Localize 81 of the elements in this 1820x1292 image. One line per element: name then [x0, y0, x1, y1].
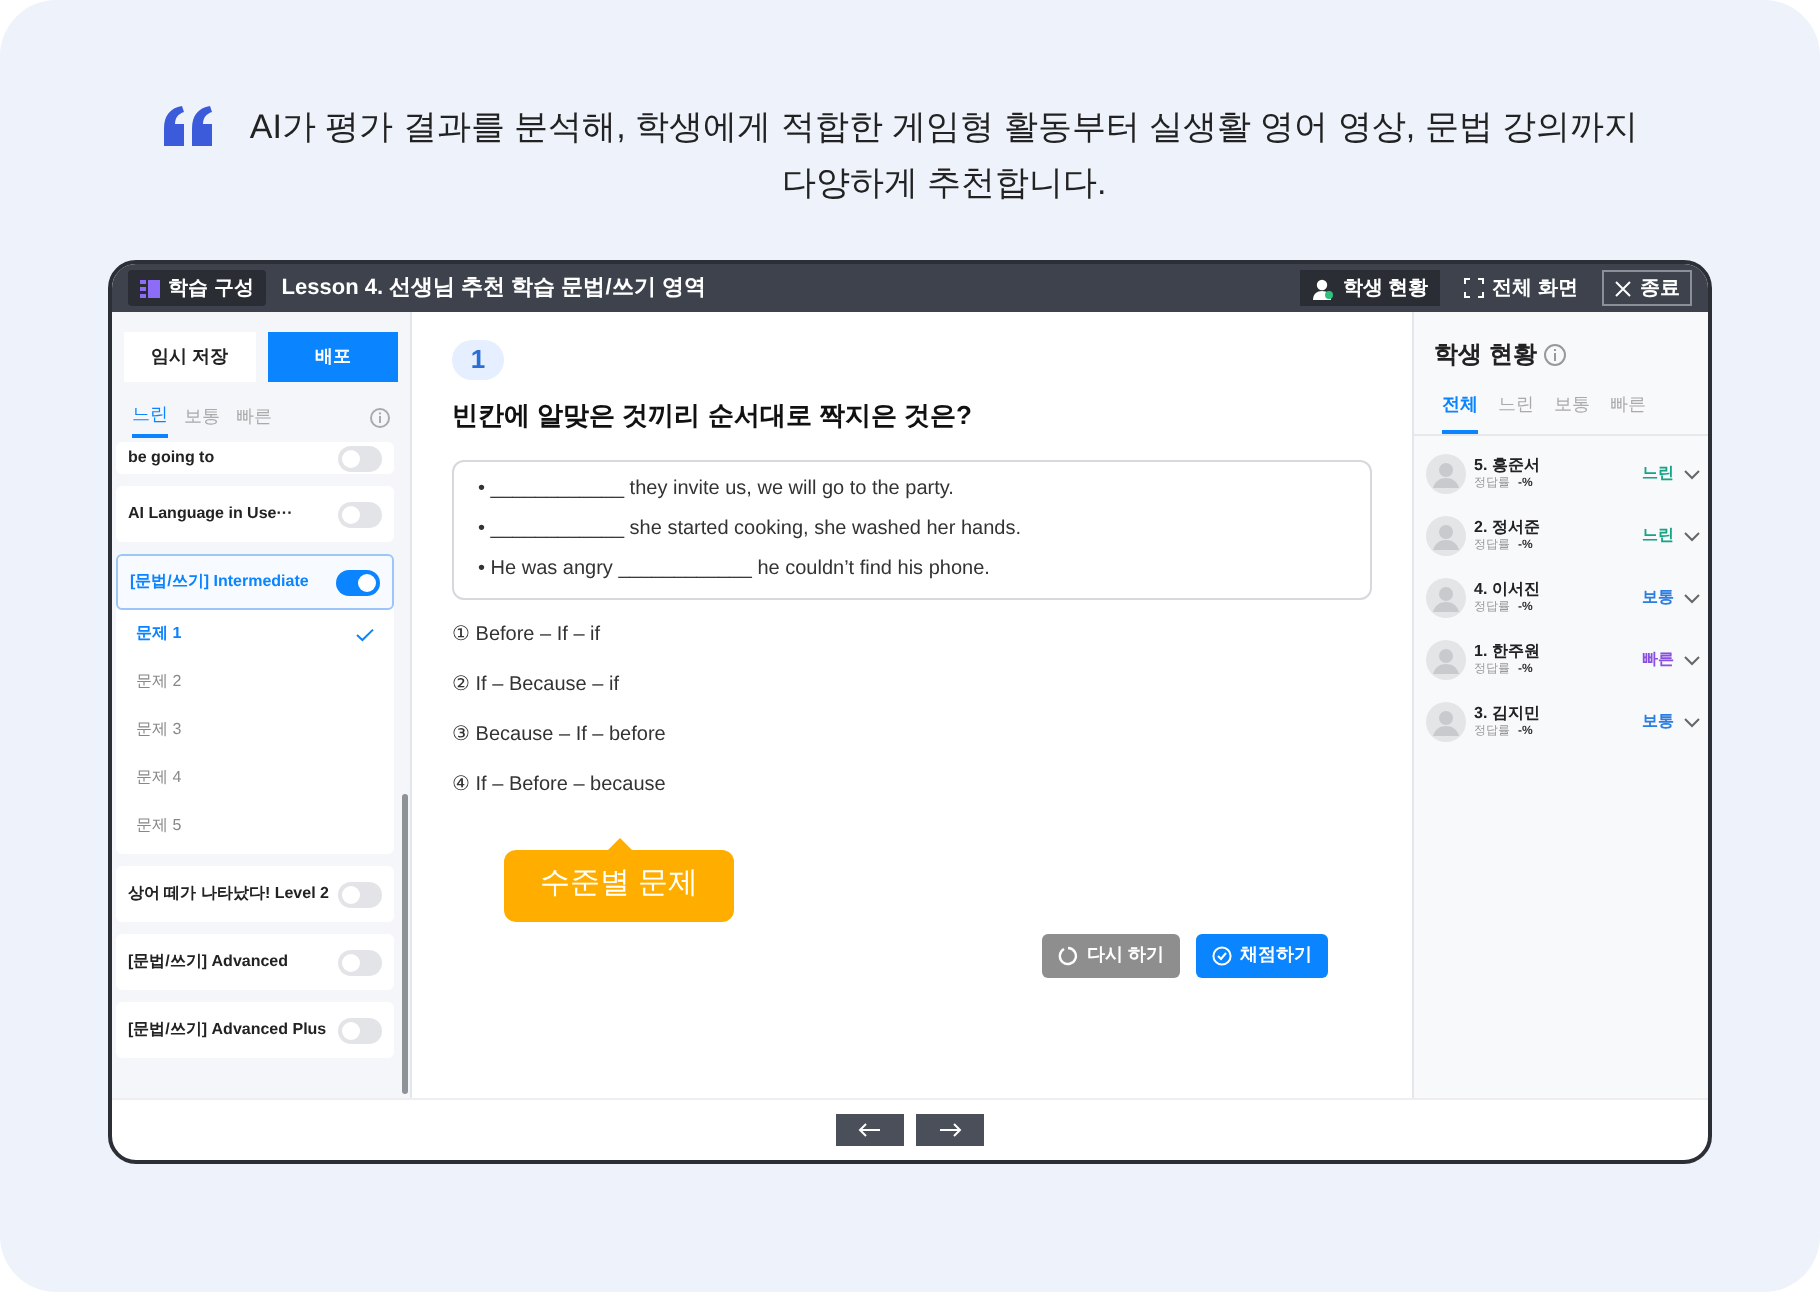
headline: AI가 평가 결과를 분석해, 학생에게 적합한 게임형 활동부터 실생활 영어 영상, 문법 강의까지 다양하게 추천합니다. — [247, 106, 1641, 206]
avatar-icon — [1426, 516, 1466, 556]
sentence: • He was angry ____________ he couldn’t find his phone. — [478, 555, 992, 583]
question-item[interactable]: 문제 2 — [116, 658, 394, 706]
lesson-item[interactable]: 상어 떼가 나타났다! Level 2 — [116, 866, 394, 922]
student-name: 3. 김지민 — [1474, 702, 1540, 724]
question-number: 1 — [452, 340, 504, 380]
retry-button[interactable]: 다시 하기 — [1042, 933, 1180, 977]
toggle-switch[interactable] — [338, 881, 382, 907]
panel-title: 학생 현황 — [1434, 338, 1537, 372]
lesson-item[interactable]: [문법/쓰기] Intermediate — [116, 554, 394, 610]
chevron-down-icon[interactable] — [1684, 717, 1700, 727]
filter-tab[interactable]: 빠른 — [1610, 392, 1646, 433]
list-icon — [140, 279, 160, 297]
question-item[interactable]: 문제 4 — [116, 754, 394, 802]
student-name: 4. 이서진 — [1474, 578, 1540, 600]
level-tab[interactable]: 보통 — [184, 398, 220, 438]
lesson-title: Lesson 4. 선생님 추천 학습 문법/쓰기 영역 — [281, 273, 706, 304]
answer-choice[interactable]: ② If – Because – if — [452, 669, 1372, 701]
lesson-item[interactable]: [문법/쓰기] Advanced — [116, 934, 394, 990]
close-button[interactable]: 종료 — [1602, 270, 1692, 306]
level-tab[interactable]: 빠른 — [236, 398, 272, 438]
distribute-button[interactable]: 배포 — [267, 332, 398, 382]
filter-tab[interactable]: 보통 — [1554, 392, 1590, 433]
question-item[interactable]: 문제 3 — [116, 706, 394, 754]
level-label: 보통 — [1642, 586, 1674, 610]
toggle-switch[interactable] — [336, 569, 380, 595]
chevron-down-icon[interactable] — [1684, 531, 1700, 541]
question-item[interactable]: 문제 5 — [116, 802, 394, 850]
tooltip-pointer-icon — [607, 837, 632, 849]
avatar-icon — [1426, 454, 1466, 494]
info-icon[interactable] — [370, 408, 390, 428]
lesson-item[interactable]: AI Language in Use··· — [116, 486, 394, 542]
quote-icon — [164, 106, 216, 146]
filter-tab[interactable]: 전체 — [1442, 392, 1478, 433]
student-name: 5. 홍준서 — [1474, 454, 1540, 476]
level-tooltip: 수준별 문제 — [504, 849, 735, 921]
chevron-down-icon[interactable] — [1684, 655, 1700, 665]
sentence: • ____________ she started cooking, she washed her hands. — [478, 515, 1023, 543]
course-badge[interactable]: 학습 구성 — [128, 270, 266, 306]
level-tab[interactable]: 느린 — [132, 398, 168, 438]
left-arrow-icon — [858, 1122, 882, 1138]
student-name: 1. 한주원 — [1474, 640, 1540, 662]
toggle-switch[interactable] — [338, 949, 382, 975]
students-button[interactable]: 학생 현황 — [1300, 270, 1441, 306]
sentence: • ____________ they invite us, we will go to the party. — [478, 475, 956, 503]
person-icon — [1312, 277, 1335, 299]
toggle-switch[interactable] — [338, 445, 382, 471]
toggle-switch[interactable] — [338, 1017, 382, 1043]
level-label: 느린 — [1642, 524, 1674, 548]
lesson-item[interactable]: be going to — [116, 442, 394, 474]
level-label: 보통 — [1642, 710, 1674, 734]
filter-tab[interactable]: 느린 — [1498, 392, 1534, 433]
check-icon — [356, 627, 374, 641]
grade-button[interactable]: 채점하기 — [1196, 933, 1328, 977]
next-button[interactable] — [916, 1114, 984, 1146]
close-icon — [1614, 279, 1632, 297]
previous-button[interactable] — [836, 1114, 904, 1146]
right-arrow-icon — [938, 1122, 962, 1138]
check-circle-icon — [1212, 945, 1232, 965]
level-label: 느린 — [1642, 462, 1674, 486]
save-button[interactable]: 임시 저장 — [124, 332, 255, 382]
fullscreen-icon — [1464, 278, 1485, 298]
fullscreen-button[interactable]: 전체 화면 — [1456, 270, 1586, 306]
lesson-item[interactable]: [문법/쓰기] Advanced Plus — [116, 1002, 394, 1058]
student-name: 2. 정서준 — [1474, 516, 1540, 538]
refresh-icon — [1058, 945, 1079, 965]
answer-choice[interactable]: ① Before – If – if — [452, 619, 1372, 651]
question-prompt: 빈칸에 알맞은 것끼리 순서대로 짝지은 것은? — [452, 398, 974, 434]
avatar-icon — [1426, 702, 1466, 742]
answer-choice[interactable]: ④ If – Before – because — [452, 769, 1372, 801]
chevron-down-icon[interactable] — [1684, 593, 1700, 603]
chevron-down-icon[interactable] — [1684, 469, 1700, 479]
toggle-switch[interactable] — [338, 501, 382, 527]
question-item[interactable]: 문제 1 — [116, 610, 394, 658]
info-icon[interactable] — [1544, 343, 1567, 365]
avatar-icon — [1426, 578, 1466, 618]
level-label: 빠른 — [1642, 648, 1674, 672]
answer-choice[interactable]: ③ Because – If – before — [452, 719, 1372, 751]
scrollbar[interactable] — [402, 794, 408, 1094]
avatar-icon — [1426, 640, 1466, 680]
